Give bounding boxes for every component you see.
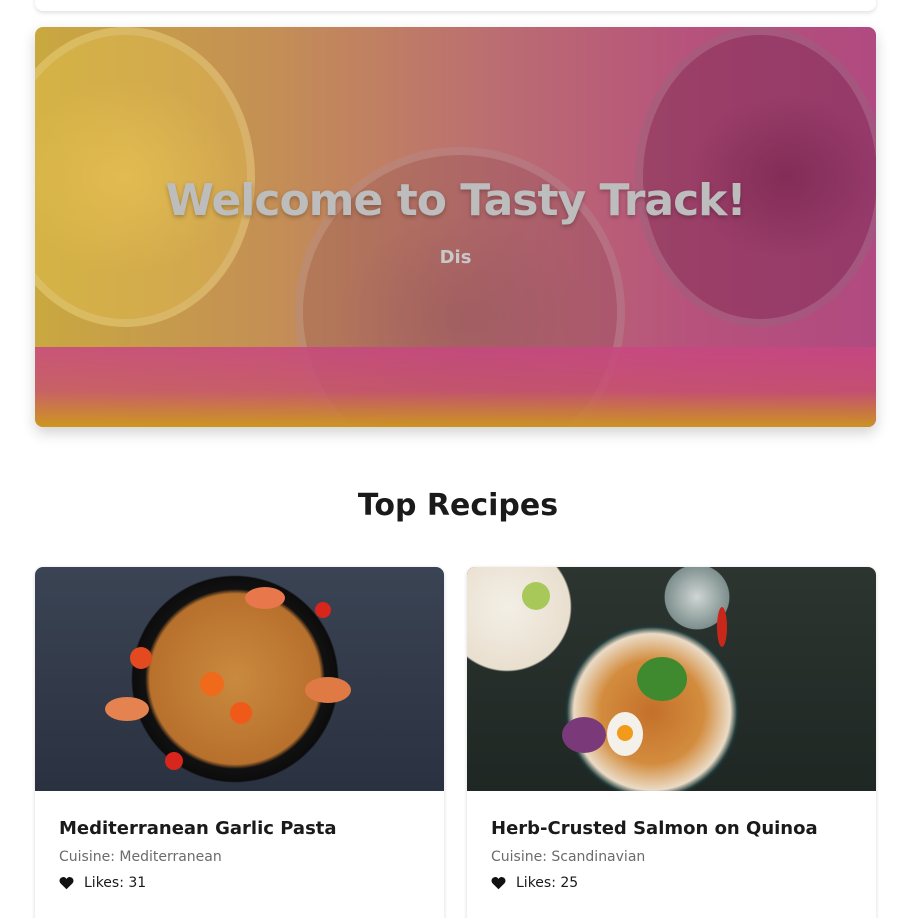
previous-card: [35, 0, 876, 11]
recipe-cuisine: Cuisine: Scandinavian: [491, 849, 646, 865]
recipe-likes: Likes: 25: [491, 875, 852, 891]
recipe-title[interactable]: Mediterranean Garlic Pasta: [59, 818, 420, 839]
recipe-likes: Likes: 31: [59, 875, 420, 891]
hero-banner: Welcome to Tasty Track! Dis: [35, 27, 876, 427]
tomato-image: [165, 752, 183, 770]
recipe-title[interactable]: Herb-Crusted Salmon on Quinoa: [491, 818, 852, 839]
tomato-image: [200, 672, 224, 696]
tomato-image: [315, 602, 331, 618]
hero-title: Welcome to Tasty Track!: [165, 175, 746, 226]
shrimp-image: [305, 677, 351, 703]
tomato-image: [130, 647, 152, 669]
recipe-card[interactable]: Herb-Crusted Salmon on Quinoa Cuisine: S…: [467, 567, 876, 918]
lime-image: [522, 582, 550, 610]
pasta-photo: [35, 567, 444, 791]
likes-count: Likes: 25: [516, 875, 579, 891]
chili-image: [717, 607, 727, 647]
recipe-card[interactable]: Mediterranean Garlic Pasta Cuisine: Medi…: [35, 567, 444, 918]
heart-icon[interactable]: [59, 876, 74, 890]
greens-image: [637, 657, 687, 701]
salmon-bowl-photo: [467, 567, 876, 791]
shrimp-image: [105, 697, 149, 721]
shrimp-image: [245, 587, 285, 609]
hero-overlay-band: [35, 347, 876, 427]
likes-count: Likes: 31: [84, 875, 147, 891]
section-title: Top Recipes: [357, 488, 559, 523]
cabbage-image: [562, 717, 606, 753]
heart-icon[interactable]: [491, 876, 506, 890]
egg-yolk-image: [617, 725, 633, 741]
tomato-image: [230, 702, 252, 724]
page: Welcome to Tasty Track! Dis Top Recipes …: [0, 0, 916, 918]
hero-subtitle: Dis: [439, 247, 472, 268]
recipe-cuisine: Cuisine: Mediterranean: [59, 849, 222, 865]
